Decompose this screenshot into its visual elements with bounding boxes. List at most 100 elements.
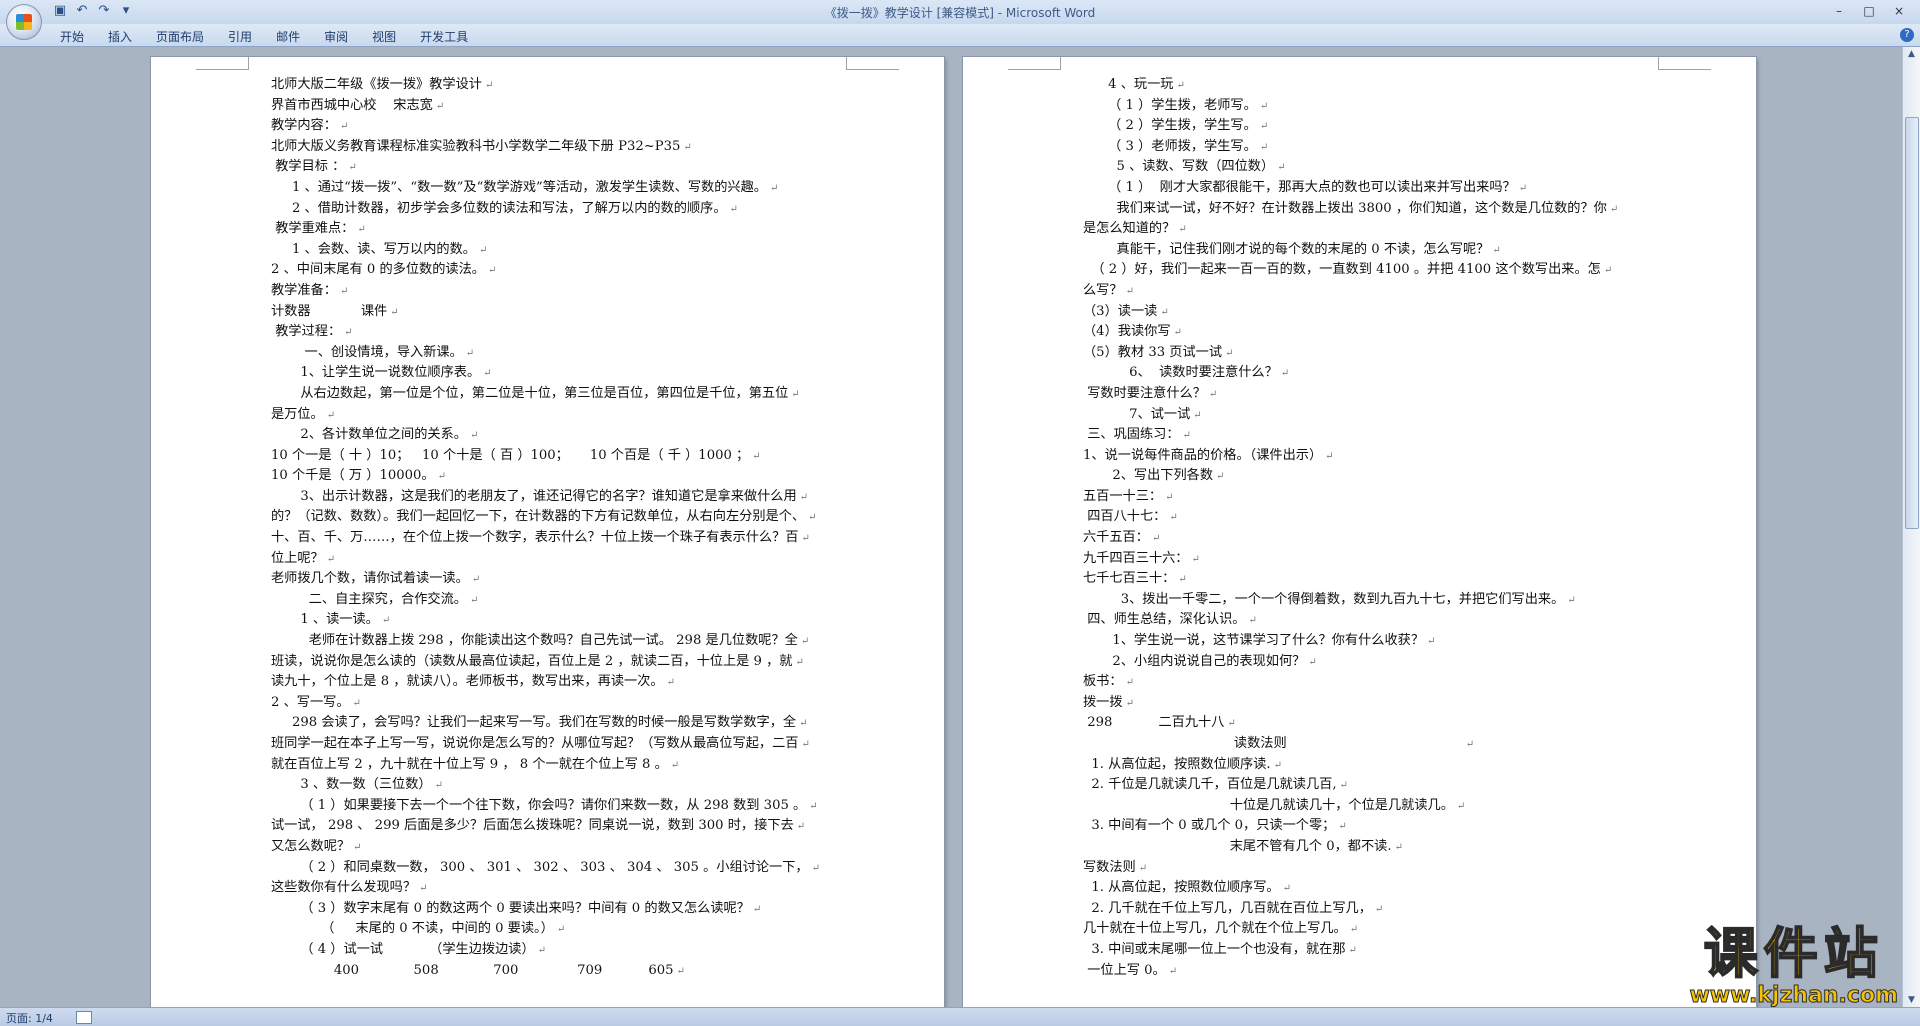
tab-references[interactable]: 引用 [216, 27, 264, 46]
paragraph-mark-icon: ↵ [1282, 883, 1291, 895]
tab-home[interactable]: 开始 [48, 27, 96, 46]
paragraph-mark-icon: ↵ [801, 739, 810, 750]
paragraph-line: 2、写出下列各数 ↵ [1083, 466, 1643, 487]
page-2-text[interactable]: 4 、玩一玩 ↵ （ 1 ）学生拨，老师写。 ↵ （ 2 ）学生拨，学生写。 ↵ （ … [1083, 75, 1643, 981]
page-count[interactable]: 页面: 1/4 [6, 1010, 53, 1026]
paragraph-mark-icon: ↵ [752, 903, 762, 915]
page-1-text[interactable]: 北师大版二年级《拨一拨》教学设计 ↵ 界首市西城中心校 宋志宽 ↵ 教学内容： ↵ 北师大版… [271, 75, 831, 981]
proofing-icon[interactable] [76, 1011, 92, 1024]
paragraph-mark-icon: ↵ [799, 491, 809, 503]
paragraph-line: 板书： ↵ [1083, 672, 1643, 693]
paragraph-mark-icon: ↵ [1518, 182, 1528, 194]
paragraph-text: 么写？ [1083, 282, 1123, 298]
paragraph-text: 1 、会数、读、写万以内的数。 [271, 241, 476, 257]
paragraph-line: （3）读一读 ↵ [1083, 302, 1643, 323]
minimize-button[interactable]: – [1826, 2, 1852, 20]
status-bar: 页面: 1/4 [0, 1007, 1920, 1026]
crop-mark [196, 57, 249, 70]
window-controls: – □ × [1826, 2, 1912, 20]
paragraph-text: 二、自主探究，合作交流。 [271, 591, 467, 607]
tab-review[interactable]: 审阅 [312, 27, 360, 46]
paragraph-mark-icon: ↵ [390, 306, 399, 318]
paragraph-text: 就在百位上写 2 ，九十就在十位上写 9 ， 8 个一就在个位上写 8 。 [271, 756, 668, 772]
tab-page-layout[interactable]: 页面布局 [144, 27, 216, 46]
paragraph-mark-icon: ↵ [770, 182, 779, 194]
paragraph-line: 4 、玩一玩 ↵ [1083, 75, 1643, 96]
paragraph-mark-icon: ↵ [357, 224, 366, 236]
paragraph-mark-icon: ↵ [1277, 162, 1286, 174]
paragraph-mark-icon: ↵ [344, 327, 353, 339]
paragraph-text: 教学目标 ： [271, 159, 346, 175]
paragraph-line: 2、小组内说说自己的表现如何？ ↵ [1083, 652, 1643, 673]
paragraph-line: 真能干，记住我们刚才说的每个数的末尾的 0 不读，怎么写呢？ ↵ [1083, 240, 1643, 261]
paragraph-line: 位上呢？ ↵ [271, 549, 831, 570]
paragraph-mark-icon: ↵ [1259, 141, 1269, 153]
paragraph-mark-icon: ↵ [1609, 203, 1619, 215]
paragraph-text: （ 2 ）好，我们一起来一百一百的数，一直数到 4100 。并把 4100 这个… [1083, 262, 1601, 278]
paragraph-text: 一、创设情境，导入新课。 [271, 344, 463, 360]
watermark-logo: 课件站 www.kjzhan.com [1689, 922, 1899, 1009]
scrollbar-thumb[interactable] [1905, 117, 1919, 529]
watermark-title: 课件站 [1703, 922, 1884, 985]
paragraph-mark-icon: ↵ [1456, 800, 1466, 812]
vertical-scrollbar[interactable]: ▲ ▼ [1902, 47, 1920, 1007]
tab-insert[interactable]: 插入 [96, 27, 144, 46]
paragraph-line: 1 、会数、读、写万以内的数。 ↵ [271, 240, 831, 261]
paragraph-text: 400 508 700 709 605 [271, 962, 674, 978]
paragraph-line: 读九十，个位上是 8 ，就读八）。老师板书，数写出来，再读一次。 ↵ [271, 672, 831, 693]
paragraph-mark-icon: ↵ [1308, 656, 1317, 668]
paragraph-mark-icon: ↵ [1125, 285, 1134, 297]
paragraph-mark-icon: ↵ [676, 965, 685, 977]
office-button[interactable] [6, 4, 42, 40]
crop-mark [1658, 57, 1711, 70]
paragraph-text: 又怎么数呢？ [271, 838, 351, 854]
paragraph-line: 400 508 700 709 605 ↵ [271, 961, 831, 982]
scroll-up-arrow-icon[interactable]: ▲ [1903, 47, 1920, 61]
paragraph-text: 班同学一起在本子上写一写，说说你是怎么写的？从哪位写起？（写数从最高位写起，二百 [271, 736, 799, 751]
paragraph-text: 1、让学生说一说数位顺序表。 [271, 365, 481, 381]
paragraph-line: 3、出示计数器，这是我们的老朋友了，谁还记得它的名字？谁知道它是拿来做什么用 ↵ [271, 487, 831, 508]
paragraph-line: （ 1 ）如果要接下去一个一个往下数，你会吗？请你们来数一数，从 298 数到 … [271, 796, 831, 817]
paragraph-text: 老师拨几个数，请你试着读一读。 [271, 571, 469, 587]
paragraph-line: 么写？ ↵ [1083, 281, 1643, 302]
tab-mailings[interactable]: 邮件 [264, 27, 312, 46]
maximize-button[interactable]: □ [1856, 2, 1882, 20]
paragraph-line: 的？（记数、数数）。我们一起回忆一下，在计数器的下方有记数单位，从右向左分别是个… [271, 507, 831, 528]
document-page-2: 4 、玩一玩 ↵ （ 1 ）学生拨，老师写。 ↵ （ 2 ）学生拨，学生写。 ↵ （ … [963, 57, 1756, 1007]
paragraph-line: 是万位。 ↵ [271, 405, 831, 426]
paragraph-mark-icon: ↵ [1191, 553, 1200, 565]
paragraph-line: 七千七百三十： ↵ [1083, 569, 1643, 590]
paragraph-line: 界首市西城中心校 宋志宽 ↵ [271, 96, 831, 117]
close-button[interactable]: × [1886, 2, 1912, 20]
paragraph-text: 2 、写一写。 [271, 694, 350, 710]
paragraph-text: （ 3 ）数字末尾有 0 的数这两个 0 要读出来吗？中间有 0 的数又怎么读呢… [271, 900, 750, 916]
paragraph-mark-icon: ↵ [1125, 677, 1134, 689]
paragraph-line: 四、师生总结，深化认识。 ↵ [1083, 610, 1643, 631]
paragraph-text: 4 、玩一玩 [1083, 77, 1174, 92]
paragraph-line: 7、试一试 ↵ [1083, 405, 1643, 426]
paragraph-mark-icon: ↵ [1178, 224, 1187, 236]
tab-view[interactable]: 视图 [360, 27, 408, 46]
paragraph-text: 是万位。 [271, 406, 324, 422]
paragraph-text: （ 4 ）试一试 （学生边拨边读） [271, 941, 535, 957]
paragraph-text: 计数器 课件 [271, 303, 388, 319]
paragraph-text: 七千七百三十： [1083, 571, 1176, 587]
paragraph-text: 写数时要注意什么？ [1083, 385, 1206, 401]
paragraph-line: 教学内容： ↵ [271, 116, 831, 137]
paragraph-text: 界首市西城中心校 宋志宽 [271, 97, 433, 113]
paragraph-line: （ 2 ）好，我们一起来一百一百的数，一直数到 4100 。并把 4100 这个… [1083, 260, 1643, 281]
paragraph-text: 3、出示计数器，这是我们的老朋友了，谁还记得它的名字？谁知道它是拿来做什么用 [271, 488, 797, 504]
paragraph-text: 班读，说说你是怎么读的（读数从最高位读起，百位上是 2 ，就读二百，十位上是 9… [271, 653, 793, 669]
paragraph-text: （ 2 ）学生拨，学生写。 [1083, 118, 1257, 134]
paragraph-line: 10 个一是（ 十 ）10； 10 个十是（ 百 ）100； 10 个百是（ 千… [271, 446, 831, 467]
help-icon[interactable]: ? [1900, 28, 1914, 42]
paragraph-line: 1、学生说一说，这节课学习了什么？你有什么收获？ ↵ [1083, 631, 1643, 652]
paragraph-line: 老师拨几个数，请你试着读一读。 ↵ [271, 569, 831, 590]
paragraph-line: 2 、中间末尾有 0 的多位数的读法。 ↵ [271, 260, 831, 281]
paragraph-text: 教学重难点： [271, 221, 355, 237]
paragraph-mark-icon: ↵ [485, 80, 494, 91]
tab-developer[interactable]: 开发工具 [408, 27, 480, 46]
paragraph-line: 1 、通过“拨一拨”、“数一数”及“数学游戏”等活动，激发学生读数、写数的兴趣。… [271, 178, 831, 199]
scroll-down-arrow-icon[interactable]: ▼ [1903, 993, 1920, 1007]
paragraph-mark-icon: ↵ [799, 718, 808, 730]
